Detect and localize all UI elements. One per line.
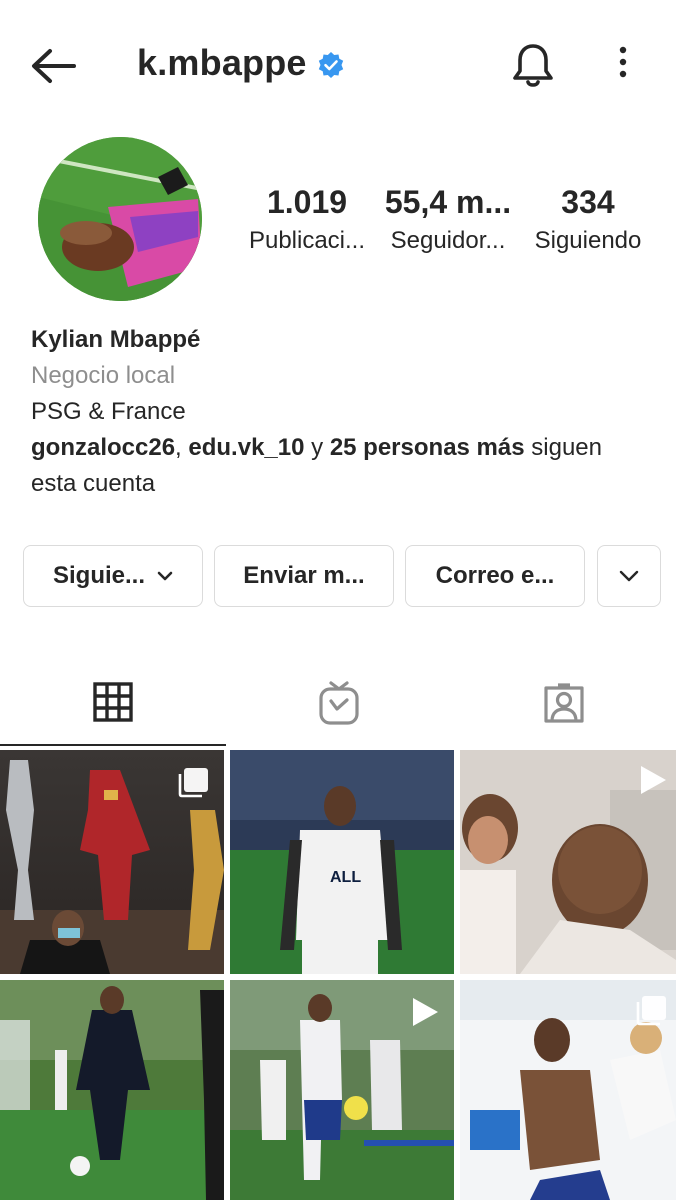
profile-bio-text: PSG & France [31, 398, 186, 425]
profile-username: k.mbappe [137, 42, 307, 83]
post-tile[interactable]: ALL [230, 750, 454, 974]
carousel-icon [636, 996, 666, 1026]
post-tile[interactable] [230, 980, 454, 1200]
play-icon [413, 998, 438, 1026]
stat-followers-value: 55,4 m... [384, 184, 512, 220]
profile-category: Negocio local [31, 362, 176, 389]
tab-tagged[interactable] [452, 660, 676, 746]
stat-following-label: Siguiendo [534, 227, 642, 254]
message-button-label: Enviar m... [243, 562, 365, 589]
suggested-accounts-button[interactable] [597, 545, 661, 607]
svg-text:ALL: ALL [330, 869, 361, 886]
email-button[interactable]: Correo e... [405, 545, 585, 607]
stat-followers[interactable]: 55,4 m... Seguidor... [380, 184, 516, 255]
carousel-icon [178, 768, 208, 798]
stat-posts-label: Publicaci... [248, 227, 366, 254]
avatar-photo [38, 137, 202, 301]
top-bar: k.mbappe [0, 0, 676, 128]
post-tile[interactable] [0, 980, 224, 1200]
profile-full-name: Kylian Mbappé [31, 326, 201, 353]
igtv-icon [319, 681, 359, 725]
post-image: ALL [230, 750, 454, 974]
post-tile[interactable] [0, 750, 224, 974]
stat-posts-value: 1.019 [266, 184, 348, 220]
post-image [0, 980, 224, 1200]
verified-badge-icon [318, 52, 344, 78]
following-button[interactable]: Siguie... [23, 545, 203, 607]
followed-by-others[interactable]: 25 personas más [330, 434, 525, 461]
stat-followers-label: Seguidor... [390, 227, 506, 254]
followed-by-user-1[interactable]: gonzalocc26 [31, 434, 175, 461]
tagged-icon [544, 683, 584, 723]
tab-grid[interactable] [0, 660, 226, 746]
stat-posts[interactable]: 1.019 Publicaci... [238, 184, 376, 255]
bell-icon[interactable] [508, 40, 558, 90]
back-arrow-icon[interactable] [28, 44, 78, 88]
stat-following[interactable]: 334 Siguiendo [526, 184, 650, 255]
post-tile[interactable] [460, 750, 676, 974]
followed-by[interactable]: gonzalocc26, edu.vk_10 y 25 personas más… [31, 430, 651, 502]
profile-avatar[interactable] [38, 137, 202, 301]
email-button-label: Correo e... [435, 562, 555, 589]
chevron-down-icon [157, 571, 173, 581]
more-vertical-icon[interactable] [608, 44, 638, 84]
chevron-down-icon [619, 570, 639, 582]
message-button[interactable]: Enviar m... [214, 545, 394, 607]
followed-by-user-2[interactable]: edu.vk_10 [188, 434, 304, 461]
post-tile[interactable] [460, 980, 676, 1200]
stat-following-value: 334 [561, 184, 615, 220]
following-button-label: Siguie... [52, 562, 145, 589]
play-icon [641, 766, 666, 794]
profile-bio: Kylian Mbappé Negocio local PSG & France… [31, 322, 651, 502]
tab-igtv[interactable] [226, 660, 452, 746]
grid-icon [93, 682, 133, 722]
profile-tabs [0, 660, 676, 746]
